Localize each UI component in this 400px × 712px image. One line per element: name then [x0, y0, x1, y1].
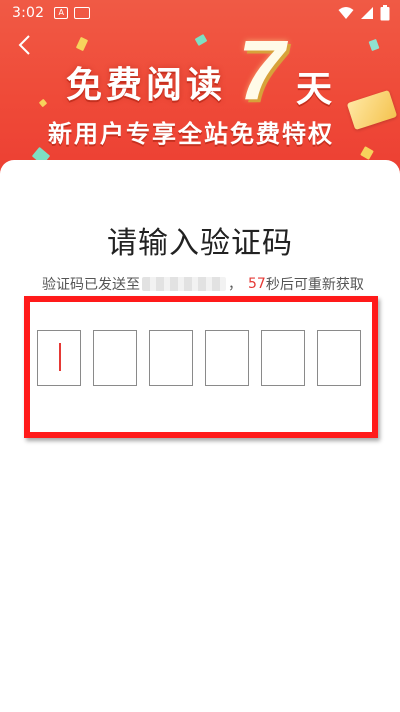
code-digit-5[interactable]: [261, 330, 305, 386]
wifi-icon: [338, 7, 354, 19]
gold-coupon-decoration: [346, 89, 398, 131]
chevron-left-icon: [18, 35, 30, 55]
code-sent-notice: 验证码已发送至 ， 57 秒后可重新获取: [42, 274, 364, 294]
confetti-decoration: [38, 98, 48, 108]
code-digit-6[interactable]: [317, 330, 361, 386]
status-right-icons: [338, 5, 390, 21]
app-a-icon: A: [54, 7, 69, 19]
masked-phone-number: [142, 277, 226, 291]
screen: 3:02 A 免费阅读 7 天 新用户专享全站免费特权 请输入验证码 验证码已发…: [0, 0, 400, 712]
confetti-decoration: [368, 38, 380, 52]
promo-unit: 天: [296, 68, 333, 109]
promo-banner: 3:02 A 免费阅读 7 天 新用户专享全站免费特权: [0, 0, 400, 180]
countdown-seconds: 57: [248, 276, 266, 292]
promo-big-number: 7: [238, 23, 285, 117]
confetti-decoration: [194, 34, 208, 46]
sent-prefix: 验证码已发送至: [42, 277, 140, 293]
status-bar: 3:02 A: [0, 0, 400, 26]
keyboard-icon: [74, 7, 91, 19]
code-digit-1[interactable]: [37, 330, 81, 386]
sent-comma: ，: [228, 277, 242, 293]
status-time: 3:02: [12, 5, 45, 21]
promo-title: 免费阅读: [66, 64, 227, 105]
countdown-suffix: 秒后可重新获取: [265, 277, 364, 293]
verification-card: 请输入验证码 验证码已发送至 ， 57 秒后可重新获取: [0, 160, 400, 712]
code-input-row: [37, 330, 361, 386]
page-title: 请输入验证码: [107, 226, 293, 261]
signal-icon: [361, 7, 373, 19]
code-digit-3[interactable]: [149, 330, 193, 386]
battery-icon: [380, 5, 390, 21]
code-digit-2[interactable]: [93, 330, 137, 386]
confetti-decoration: [360, 146, 374, 160]
back-button[interactable]: [12, 32, 38, 58]
confetti-decoration: [75, 36, 89, 52]
promo-subtitle: 新用户专享全站免费特权: [48, 121, 334, 148]
code-digit-4[interactable]: [205, 330, 249, 386]
text-caret: [59, 343, 61, 371]
status-left-icons: A: [54, 7, 91, 19]
